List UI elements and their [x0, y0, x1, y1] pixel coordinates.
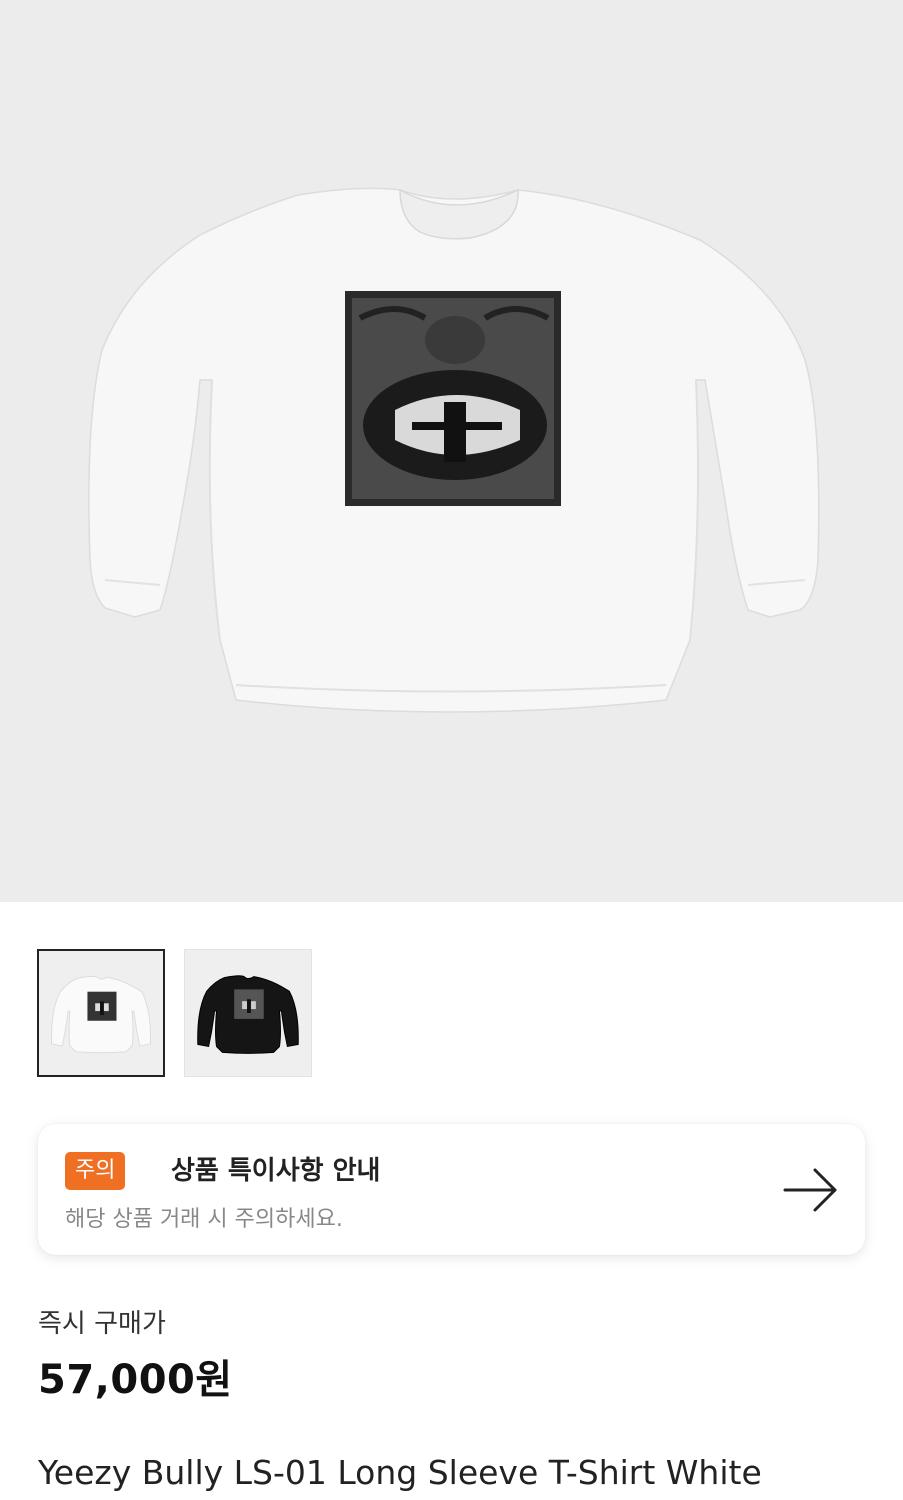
- tshirt-black-thumb-illustration: [185, 950, 311, 1076]
- thumbnail-black[interactable]: [184, 949, 312, 1077]
- instant-buy-price-label: 즉시 구매가: [38, 1309, 166, 1339]
- arrow-right-icon[interactable]: [783, 1166, 839, 1214]
- price: 57,000원: [38, 1357, 233, 1403]
- tshirt-white-illustration: [88, 187, 820, 713]
- thumbnail-white[interactable]: [37, 949, 165, 1077]
- warning-badge: 주의: [65, 1152, 126, 1190]
- product-main-image[interactable]: [0, 0, 903, 902]
- thumbnail-list: [37, 949, 312, 1077]
- notice-subtitle: 해당 상품 거래 시 주의하세요.: [65, 1207, 343, 1232]
- notice-title: 상품 특이사항 안내: [171, 1156, 381, 1186]
- product-notice-card[interactable]: 주의 상품 특이사항 안내 해당 상품 거래 시 주의하세요.: [38, 1124, 865, 1255]
- product-title: Yeezy Bully LS-01 Long Sleeve T-Shirt Wh…: [38, 1453, 762, 1492]
- tshirt-white-thumb-illustration: [39, 951, 163, 1075]
